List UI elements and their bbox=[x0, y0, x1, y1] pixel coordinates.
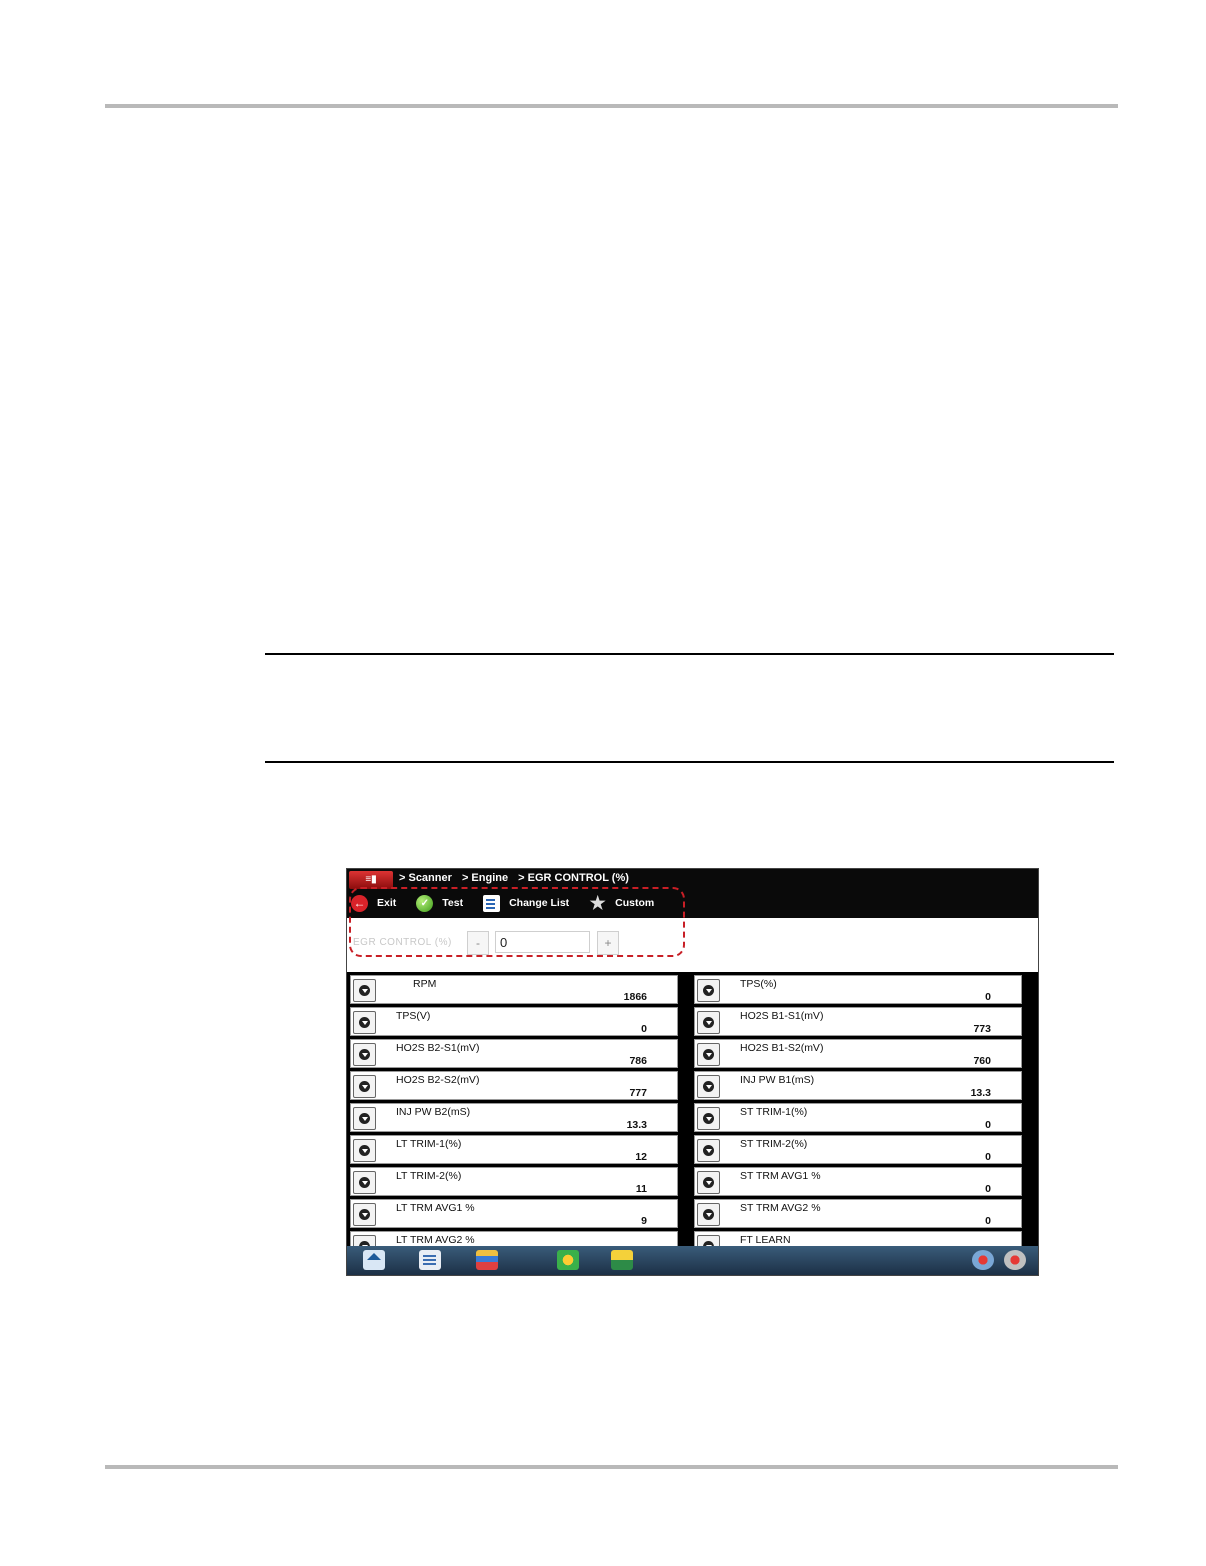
pid-menu-icon[interactable] bbox=[353, 1107, 376, 1130]
connection-icon[interactable] bbox=[972, 1250, 994, 1270]
pid-row[interactable]: INJ PW B1(mS) 13.3 bbox=[694, 1071, 1022, 1100]
pid-row[interactable]: HO2S B1-S1(mV) 773 bbox=[694, 1007, 1022, 1036]
pid-value: 9 bbox=[641, 1215, 647, 1227]
pid-menu-icon[interactable] bbox=[697, 1171, 720, 1194]
pid-row[interactable]: TPS(%) 0 bbox=[694, 975, 1022, 1004]
pid-row[interactable]: HO2S B2-S1(mV) 786 bbox=[350, 1039, 678, 1068]
pid-row[interactable]: LT TRM AVG1 % 9 bbox=[350, 1199, 678, 1228]
pid-name: FT LEARN bbox=[740, 1234, 791, 1246]
pid-name: TPS(%) bbox=[740, 978, 777, 990]
pid-value: 0 bbox=[985, 1119, 991, 1131]
pid-menu-icon[interactable] bbox=[697, 1203, 720, 1226]
pid-list[interactable]: RPM 1866 TPS(%) 0 TPS(V) 0 HO2S B1-S1(mV) 77… bbox=[347, 972, 1038, 1246]
breadcrumb-scanner[interactable]: > Scanner bbox=[399, 872, 452, 884]
pid-value: 0 bbox=[985, 1183, 991, 1195]
pid-value: 777 bbox=[629, 1087, 647, 1099]
pid-value: 0 bbox=[985, 1215, 991, 1227]
pid-value: 11 bbox=[635, 1183, 647, 1195]
pid-menu-icon[interactable] bbox=[697, 1235, 720, 1246]
breadcrumb-engine[interactable]: > Engine bbox=[462, 872, 508, 884]
pid-name: ST TRM AVG1 % bbox=[740, 1170, 821, 1182]
pid-menu-icon[interactable] bbox=[353, 1043, 376, 1066]
pid-menu-icon[interactable] bbox=[353, 1075, 376, 1098]
pid-row[interactable]: FT LEARN bbox=[694, 1231, 1022, 1246]
pid-menu-icon[interactable] bbox=[353, 979, 376, 1002]
highlight-callout bbox=[349, 887, 685, 957]
pid-name: HO2S B1-S2(mV) bbox=[740, 1042, 824, 1054]
pid-row[interactable]: HO2S B2-S2(mV) 777 bbox=[350, 1071, 678, 1100]
pid-row[interactable]: TPS(V) 0 bbox=[350, 1007, 678, 1036]
pid-value: 1866 bbox=[623, 991, 647, 1003]
pid-row[interactable]: RPM 1866 bbox=[350, 975, 678, 1004]
breadcrumb: > Scanner > Engine > EGR CONTROL (%) bbox=[399, 872, 636, 884]
data-list-icon[interactable] bbox=[419, 1250, 441, 1270]
note-bottom-rule bbox=[265, 761, 1114, 763]
pid-value: 773 bbox=[973, 1023, 991, 1035]
pid-name: RPM bbox=[413, 978, 437, 990]
pid-value: 13.3 bbox=[626, 1119, 647, 1131]
pid-menu-icon[interactable] bbox=[697, 1075, 720, 1098]
scanner-screenshot: ≡▮ > Scanner > Engine > EGR CONTROL (%) … bbox=[346, 868, 1039, 1276]
pid-value: 0 bbox=[985, 991, 991, 1003]
pid-name: HO2S B1-S1(mV) bbox=[740, 1010, 824, 1022]
pid-menu-icon[interactable] bbox=[353, 1203, 376, 1226]
pid-value: 12 bbox=[635, 1151, 647, 1163]
pid-name: ST TRIM-2(%) bbox=[740, 1138, 808, 1150]
pid-name: HO2S B2-S2(mV) bbox=[396, 1074, 480, 1086]
pid-name: LT TRIM-1(%) bbox=[396, 1138, 462, 1150]
pid-value: 760 bbox=[973, 1055, 991, 1067]
pid-row[interactable]: LT TRM AVG2 % bbox=[350, 1231, 678, 1246]
pid-name: LT TRIM-2(%) bbox=[396, 1170, 462, 1182]
pid-menu-icon[interactable] bbox=[353, 1011, 376, 1034]
pid-row[interactable]: ST TRM AVG2 % 0 bbox=[694, 1199, 1022, 1228]
settings-icon[interactable] bbox=[1004, 1250, 1026, 1270]
pid-name: TPS(V) bbox=[396, 1010, 431, 1022]
pid-menu-icon[interactable] bbox=[353, 1171, 376, 1194]
pid-row[interactable]: ST TRIM-2(%) 0 bbox=[694, 1135, 1022, 1164]
pid-value: 0 bbox=[985, 1151, 991, 1163]
pid-menu-icon[interactable] bbox=[353, 1235, 376, 1246]
pid-row[interactable]: INJ PW B2(mS) 13.3 bbox=[350, 1103, 678, 1132]
pid-menu-icon[interactable] bbox=[697, 1011, 720, 1034]
note-top-rule bbox=[265, 653, 1114, 655]
pid-value: 13.3 bbox=[970, 1087, 991, 1099]
pid-menu-icon[interactable] bbox=[697, 1107, 720, 1130]
pid-name: LT TRM AVG2 % bbox=[396, 1234, 475, 1246]
pid-menu-icon[interactable] bbox=[697, 979, 720, 1002]
shop-icon[interactable] bbox=[557, 1250, 579, 1270]
pid-menu-icon[interactable] bbox=[697, 1043, 720, 1066]
taskbar bbox=[347, 1246, 1038, 1275]
pid-row[interactable]: HO2S B1-S2(mV) 760 bbox=[694, 1039, 1022, 1068]
pid-name: LT TRM AVG1 % bbox=[396, 1202, 475, 1214]
page-footer-rule bbox=[105, 1465, 1118, 1469]
pid-menu-icon[interactable] bbox=[697, 1139, 720, 1162]
pid-row[interactable]: LT TRIM-2(%) 11 bbox=[350, 1167, 678, 1196]
pid-name: HO2S B2-S1(mV) bbox=[396, 1042, 480, 1054]
pid-value: 786 bbox=[629, 1055, 647, 1067]
home-icon[interactable] bbox=[363, 1250, 385, 1270]
pid-value: 0 bbox=[641, 1023, 647, 1035]
pid-row[interactable]: ST TRM AVG1 % 0 bbox=[694, 1167, 1022, 1196]
data-save-icon[interactable] bbox=[611, 1250, 633, 1270]
pid-row[interactable]: LT TRIM-1(%) 12 bbox=[350, 1135, 678, 1164]
pid-name: ST TRIM-1(%) bbox=[740, 1106, 808, 1118]
pid-row[interactable]: ST TRIM-1(%) 0 bbox=[694, 1103, 1022, 1132]
pid-name: INJ PW B1(mS) bbox=[740, 1074, 815, 1086]
pid-name: ST TRM AVG2 % bbox=[740, 1202, 821, 1214]
tools-icon[interactable] bbox=[476, 1250, 498, 1270]
pid-name: INJ PW B2(mS) bbox=[396, 1106, 471, 1118]
page-header-rule bbox=[105, 104, 1118, 108]
pid-menu-icon[interactable] bbox=[353, 1139, 376, 1162]
breadcrumb-egr-control: > EGR CONTROL (%) bbox=[518, 872, 629, 884]
